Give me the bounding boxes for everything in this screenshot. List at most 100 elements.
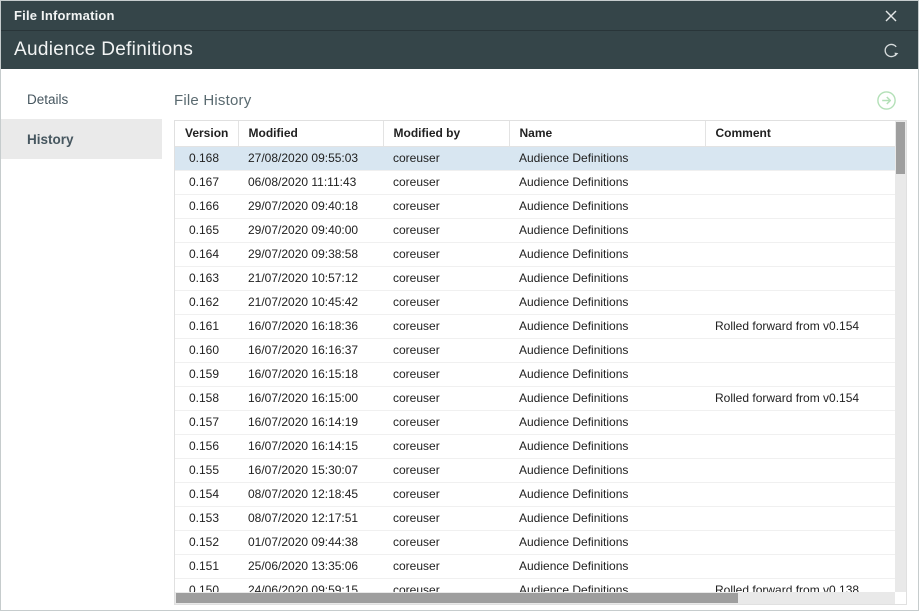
- column-header-modified-by: Modified by: [383, 121, 509, 146]
- sidebar-item-details[interactable]: Details: [1, 79, 162, 119]
- vertical-scrollbar-thumb[interactable]: [896, 122, 905, 174]
- cell-name: Audience Definitions: [509, 506, 705, 530]
- cell-comment: Rolled forward from v0.154: [705, 314, 906, 338]
- cell-modified-by: coreuser: [383, 506, 509, 530]
- table-row[interactable]: 0.16321/07/2020 10:57:12coreuserAudience…: [175, 266, 906, 290]
- cell-modified: 29/07/2020 09:40:00: [238, 218, 383, 242]
- table-row[interactable]: 0.15125/06/2020 13:35:06coreuserAudience…: [175, 554, 906, 578]
- refresh-icon: [882, 41, 901, 60]
- refresh-button[interactable]: [878, 37, 904, 63]
- cell-name: Audience Definitions: [509, 434, 705, 458]
- file-history-header: File History: [174, 89, 907, 111]
- cell-modified-by: coreuser: [383, 434, 509, 458]
- cell-version: 0.156: [175, 434, 238, 458]
- cell-modified-by: coreuser: [383, 554, 509, 578]
- cell-modified-by: coreuser: [383, 338, 509, 362]
- sidebar-item-history[interactable]: History: [1, 119, 162, 159]
- cell-name: Audience Definitions: [509, 530, 705, 554]
- cell-modified: 01/07/2020 09:44:38: [238, 530, 383, 554]
- cell-version: 0.159: [175, 362, 238, 386]
- open-version-button[interactable]: [875, 89, 897, 111]
- cell-version: 0.162: [175, 290, 238, 314]
- cell-comment: [705, 482, 906, 506]
- arrow-right-circle-icon: [876, 90, 897, 111]
- cell-comment: [705, 362, 906, 386]
- cell-modified-by: coreuser: [383, 386, 509, 410]
- cell-comment: [705, 290, 906, 314]
- cell-version: 0.155: [175, 458, 238, 482]
- table-row[interactable]: 0.16629/07/2020 09:40:18coreuserAudience…: [175, 194, 906, 218]
- cell-modified-by: coreuser: [383, 362, 509, 386]
- cell-modified-by: coreuser: [383, 218, 509, 242]
- cell-name: Audience Definitions: [509, 170, 705, 194]
- file-history-panel: File History: [162, 69, 918, 610]
- cell-version: 0.152: [175, 530, 238, 554]
- table-row[interactable]: 0.16706/08/2020 11:11:43coreuserAudience…: [175, 170, 906, 194]
- cell-modified-by: coreuser: [383, 194, 509, 218]
- sidebar: Details History: [1, 69, 162, 610]
- cell-name: Audience Definitions: [509, 458, 705, 482]
- cell-comment: [705, 530, 906, 554]
- table-row[interactable]: 0.16221/07/2020 10:45:42coreuserAudience…: [175, 290, 906, 314]
- cell-modified-by: coreuser: [383, 410, 509, 434]
- cell-modified: 29/07/2020 09:38:58: [238, 242, 383, 266]
- table-row[interactable]: 0.15308/07/2020 12:17:51coreuserAudience…: [175, 506, 906, 530]
- vertical-scrollbar[interactable]: [895, 121, 906, 592]
- cell-modified: 16/07/2020 16:18:36: [238, 314, 383, 338]
- table-row[interactable]: 0.15816/07/2020 16:15:00coreuserAudience…: [175, 386, 906, 410]
- cell-version: 0.164: [175, 242, 238, 266]
- file-history-table-body: 0.16827/08/2020 09:55:03coreuserAudience…: [175, 146, 906, 602]
- table-row[interactable]: 0.15201/07/2020 09:44:38coreuserAudience…: [175, 530, 906, 554]
- cell-modified: 08/07/2020 12:17:51: [238, 506, 383, 530]
- cell-name: Audience Definitions: [509, 314, 705, 338]
- cell-modified-by: coreuser: [383, 314, 509, 338]
- cell-modified-by: coreuser: [383, 482, 509, 506]
- cell-name: Audience Definitions: [509, 290, 705, 314]
- cell-modified: 16/07/2020 16:15:00: [238, 386, 383, 410]
- table-row[interactable]: 0.16116/07/2020 16:18:36coreuserAudience…: [175, 314, 906, 338]
- table-row[interactable]: 0.16529/07/2020 09:40:00coreuserAudience…: [175, 218, 906, 242]
- table-row[interactable]: 0.15616/07/2020 16:14:15coreuserAudience…: [175, 434, 906, 458]
- cell-modified-by: coreuser: [383, 242, 509, 266]
- cell-modified-by: coreuser: [383, 530, 509, 554]
- table-row[interactable]: 0.16827/08/2020 09:55:03coreuserAudience…: [175, 146, 906, 170]
- table-row[interactable]: 0.16016/07/2020 16:16:37coreuserAudience…: [175, 338, 906, 362]
- file-history-table: Version Modified Modified by Name Commen…: [174, 120, 907, 605]
- cell-name: Audience Definitions: [509, 218, 705, 242]
- cell-name: Audience Definitions: [509, 338, 705, 362]
- cell-version: 0.154: [175, 482, 238, 506]
- cell-comment: [705, 410, 906, 434]
- table-row[interactable]: 0.15408/07/2020 12:18:45coreuserAudience…: [175, 482, 906, 506]
- cell-name: Audience Definitions: [509, 362, 705, 386]
- cell-name: Audience Definitions: [509, 410, 705, 434]
- file-information-dialog: File Information Audience Definitions De…: [0, 0, 919, 611]
- table-row[interactable]: 0.15516/07/2020 15:30:07coreuserAudience…: [175, 458, 906, 482]
- column-header-comment: Comment: [705, 121, 906, 146]
- cell-version: 0.163: [175, 266, 238, 290]
- cell-version: 0.166: [175, 194, 238, 218]
- cell-modified: 16/07/2020 16:16:37: [238, 338, 383, 362]
- table-row[interactable]: 0.15716/07/2020 16:14:19coreuserAudience…: [175, 410, 906, 434]
- close-button[interactable]: [878, 3, 904, 29]
- table-row[interactable]: 0.15916/07/2020 16:15:18coreuserAudience…: [175, 362, 906, 386]
- close-icon: [883, 8, 899, 24]
- table-row[interactable]: 0.16429/07/2020 09:38:58coreuserAudience…: [175, 242, 906, 266]
- horizontal-scrollbar[interactable]: [175, 592, 895, 604]
- cell-modified: 06/08/2020 11:11:43: [238, 170, 383, 194]
- cell-modified: 25/06/2020 13:35:06: [238, 554, 383, 578]
- column-header-version: Version: [175, 121, 238, 146]
- cell-comment: [705, 266, 906, 290]
- cell-name: Audience Definitions: [509, 554, 705, 578]
- cell-modified-by: coreuser: [383, 266, 509, 290]
- column-header-modified: Modified: [238, 121, 383, 146]
- cell-modified-by: coreuser: [383, 170, 509, 194]
- cell-modified-by: coreuser: [383, 146, 509, 170]
- cell-modified: 21/07/2020 10:57:12: [238, 266, 383, 290]
- column-header-name: Name: [509, 121, 705, 146]
- cell-name: Audience Definitions: [509, 482, 705, 506]
- cell-comment: [705, 338, 906, 362]
- file-history-heading: File History: [174, 92, 251, 109]
- horizontal-scrollbar-thumb[interactable]: [176, 593, 738, 603]
- dialog-content: Details History File History: [1, 69, 918, 610]
- dialog-title: File Information: [14, 8, 878, 23]
